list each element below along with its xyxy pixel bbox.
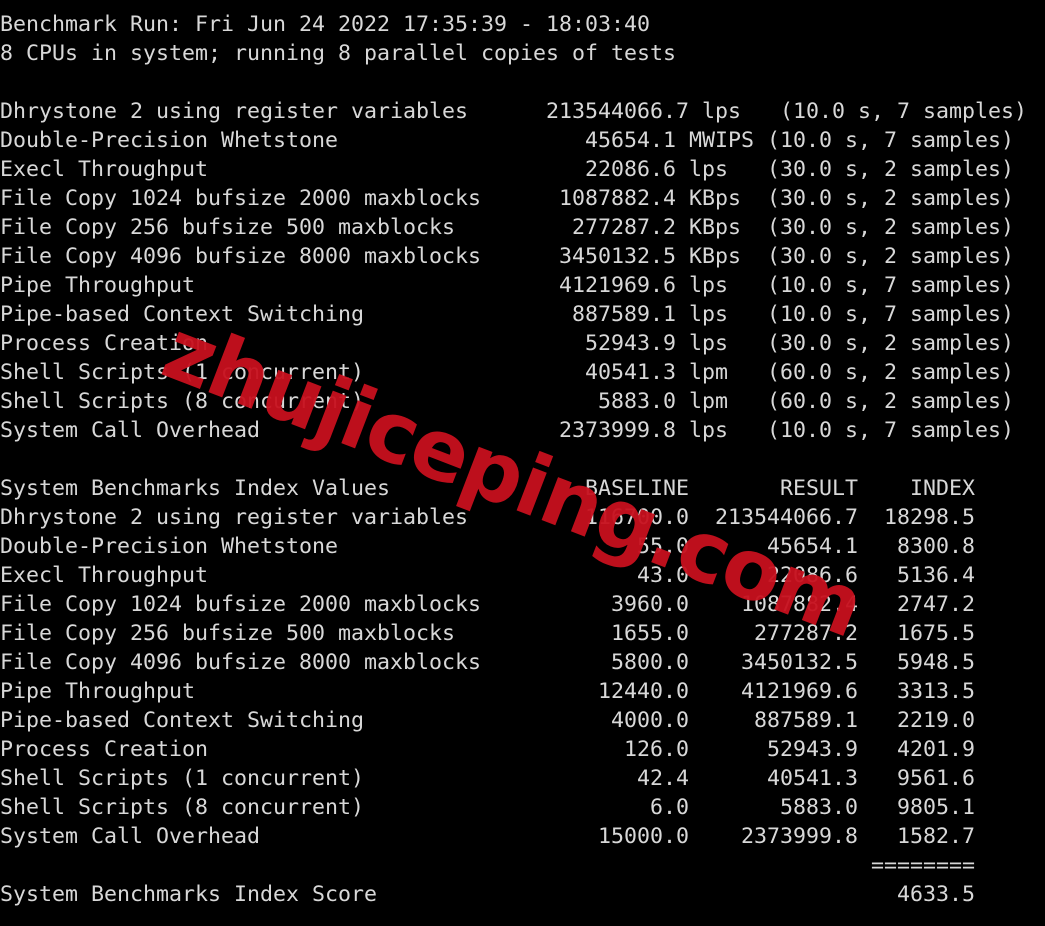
terminal-window: ----------------------------------------… <box>0 0 1045 926</box>
terminal-output-text[interactable]: ----------------------------------------… <box>0 0 1045 909</box>
